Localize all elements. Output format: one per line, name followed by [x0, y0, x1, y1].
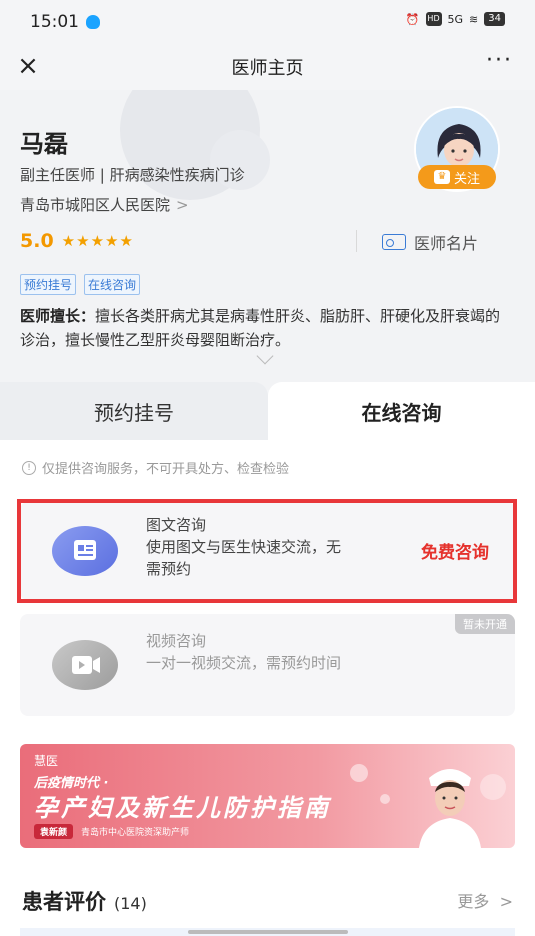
nurse-photo — [419, 769, 481, 848]
promo-banner[interactable]: 慧医 后疫情时代 · 孕产妇及新生儿防护指南 袁新颜 青岛市中心医院资深助产师 — [20, 744, 515, 848]
status-bar: 15:01 ⏰ HD 5G ≋ 34 — [0, 0, 535, 44]
rating-score: 5.0 — [20, 230, 54, 252]
tab-appointment[interactable]: 预约挂号 — [0, 382, 268, 440]
info-icon: ! — [22, 460, 36, 475]
banner-title: 孕产妇及新生儿防护指南 — [34, 794, 331, 822]
home-indicator[interactable] — [188, 930, 348, 934]
notice-text: 仅提供咨询服务，不可开具处方、检查检验 — [42, 462, 290, 477]
reviews-more-label: 更多 — [457, 892, 490, 911]
divider — [356, 230, 357, 252]
doctor-header: 马磊 副主任医师 | 肝病感染性疾病门诊 青岛市城阳区人民医院 > 5.0 ★★★… — [0, 90, 535, 390]
status-time: 15:01 — [30, 12, 79, 32]
highlight-box — [17, 499, 517, 603]
banner-brand: 慧医 — [34, 754, 59, 768]
doctor-hospital-link[interactable]: 青岛市城阳区人民医院 > — [20, 194, 189, 215]
service-tabs: 预约挂号 在线咨询 — [0, 382, 535, 440]
consult-panel: ! 仅提供咨询服务，不可开具处方、检查检验 图文咨询 使用图文与医生快速交流，无… — [0, 440, 535, 936]
banner-decoration — [350, 764, 368, 782]
follow-label: 关注 — [453, 171, 480, 187]
wifi-icon: ≋ — [469, 12, 479, 26]
chevron-right-icon: > — [176, 196, 189, 214]
signal-icon: 5G — [447, 12, 464, 26]
more-icon[interactable]: ··· — [486, 48, 513, 73]
specialty-label: 医师擅长： — [20, 307, 96, 325]
video-consult-card[interactable]: 视频咨询 一对一视频交流，需预约时间 暂未开通 — [20, 614, 515, 716]
reviews-count: (14) — [114, 894, 147, 913]
status-badge: 暂未开通 — [455, 614, 515, 634]
video-consult-info: 视频咨询 一对一视频交流，需预约时间 — [146, 630, 346, 674]
hospital-name: 青岛市城阳区人民医院 — [20, 196, 171, 214]
banner-author-name: 袁新颜 — [34, 824, 74, 839]
tab-online-consult[interactable]: 在线咨询 — [268, 382, 535, 440]
doctor-card-button[interactable]: 医师名片 — [382, 230, 478, 254]
crown-icon: ♛ — [433, 170, 450, 184]
doctor-name: 马磊 — [20, 130, 68, 158]
video-camera-icon — [72, 656, 100, 674]
tag-online-consult: 在线咨询 — [84, 274, 141, 295]
reviews-more-link[interactable]: 更多 > — [457, 888, 513, 912]
reviews-title: 患者评价 — [22, 890, 106, 914]
doctor-specialty: 医师擅长：擅长各类肝病尤其是病毒性肝炎、脂肪肝、肝硬化及肝衰竭的诊治，擅长慢性乙… — [20, 304, 515, 352]
alarm-icon: ⏰ — [405, 12, 420, 26]
nav-bar: × 医师主页 ··· — [0, 44, 535, 90]
tag-appointment: 预约挂号 — [20, 274, 77, 295]
video-consult-desc: 一对一视频交流，需预约时间 — [146, 654, 342, 672]
star-icons: ★★★★★ — [61, 232, 134, 250]
doctor-card-label: 医师名片 — [414, 234, 479, 253]
page-title: 医师主页 — [231, 58, 304, 79]
hd-icon: HD — [425, 12, 442, 26]
doctor-rating: 5.0 ★★★★★ — [20, 230, 134, 252]
banner-author-desc: 青岛市中心医院资深助产师 — [81, 828, 190, 838]
video-consult-title: 视频咨询 — [146, 632, 207, 650]
chevron-right-icon: > — [494, 892, 513, 911]
follow-button[interactable]: ♛ 关注 — [418, 165, 496, 189]
consult-notice: ! 仅提供咨询服务，不可开具处方、检查检验 — [22, 458, 289, 477]
battery-icon: 34 — [484, 12, 505, 26]
status-icons: ⏰ HD 5G ≋ 34 — [406, 12, 505, 26]
notification-icon — [86, 15, 100, 29]
reviews-header: 患者评价 (14) — [22, 886, 147, 916]
service-tags: 预约挂号 在线咨询 — [20, 274, 141, 295]
banner-decoration — [380, 794, 390, 804]
id-card-icon — [382, 234, 406, 250]
banner-author: 袁新颜 青岛市中心医院资深助产师 — [34, 824, 189, 839]
doctor-title: 副主任医师 | 肝病感染性疾病门诊 — [20, 166, 245, 184]
video-card-icon — [52, 640, 118, 690]
